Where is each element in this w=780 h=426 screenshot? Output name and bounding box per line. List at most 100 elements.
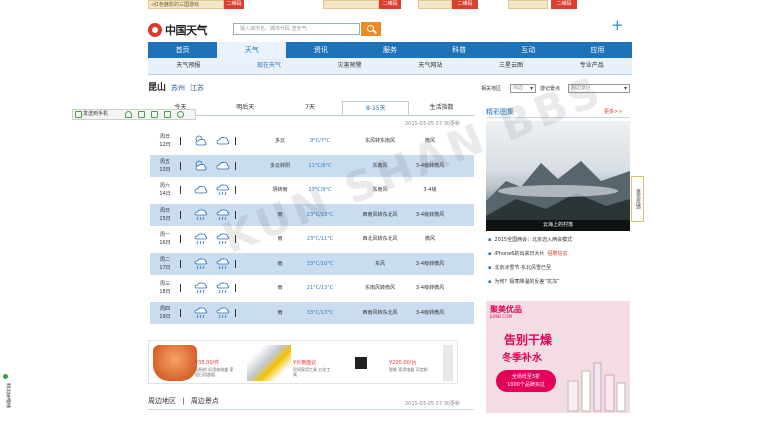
news-text[interactable]: 2015全国两会：北京迈入两会模式 [494,237,572,243]
forecast-day: 周二 17日 [159,256,171,271]
nav-item-news[interactable]: 资讯 [286,42,355,58]
tab-tomorrow[interactable]: 明后天 [213,101,278,115]
subnav-item-warnings[interactable]: 灾害预警 [309,58,390,74]
weather-night-icon [216,134,230,147]
tab-life-index[interactable]: 生活指数 [409,101,474,115]
top-ad-banner-4[interactable] [508,0,548,9]
nearby-updated: 2015-03-05 07:30更新 [405,401,461,407]
tab-8-15days[interactable]: 8-15天 [342,101,410,115]
nearby-divider [148,409,474,410]
weather-day-icon [194,232,208,245]
weather-day-icon [194,208,208,221]
nav-item-science[interactable]: 科普 [425,42,494,58]
top-ad-banner-2[interactable] [323,0,379,9]
news-item[interactable]: ▪ 2015全国两会：北京迈入两会模式 [488,236,572,243]
tab-7days[interactable]: 7天 [278,101,343,115]
top-ad-banner[interactable]: «红色魅影的三国游戏 [148,0,224,9]
nav-item-apps[interactable]: 应用 [563,42,632,58]
search-button[interactable] [361,22,381,36]
wind-level: 3-4级转微风 [415,285,445,291]
forecast-day: 周一 16日 [159,232,171,246]
forecast-day: 周五 13日 [159,158,171,173]
ad-device-image[interactable] [341,345,385,381]
nearby-areas-tab[interactable]: 周边地区 [148,397,176,405]
jumei-headline: 告别干燥 [504,333,553,347]
left-share-bar[interactable]: 请分享通道 [0,383,12,426]
city-name: 昆山 [148,83,167,93]
breadcrumb-province[interactable]: 江苏 [190,84,204,92]
settings-icon[interactable] [177,111,184,118]
forecast-day: 周三 18日 [159,281,171,295]
share-status-icon [3,374,8,379]
row-separator [180,235,181,243]
send-to-phone-label[interactable]: 发送到手机 [83,111,108,117]
subnav-item-sites[interactable]: 天气网站 [390,58,471,74]
search-input[interactable]: 输入城市名、城市代码 查天气 [233,23,360,35]
news-text[interactable]: 北京冰雪节·东北风雪已至 [494,265,551,271]
nav-item-services[interactable]: 服务 [355,42,424,58]
top-ad-tag-2[interactable]: 二维码 [379,0,401,9]
top-ad-tag-4[interactable]: 二维码 [551,0,577,9]
subnav-item-current[interactable]: 现在天气 [229,58,310,74]
nav-item-weather[interactable]: 天气 [217,42,287,58]
breadcrumb-city[interactable]: 苏州 [171,84,185,92]
temperature: 21°C/13°C [306,285,334,291]
weather-night-icon [216,183,230,196]
top-ad-banner-3[interactable] [418,0,452,9]
save-icon[interactable] [151,111,158,118]
row-separator [180,308,181,317]
subnav-item-forecast[interactable]: 天气预报 [148,58,229,74]
cloud-icon[interactable] [125,111,132,118]
ad-price-2[interactable]: ¥价格面议 [293,359,316,366]
jumei-ad[interactable]: 聚美优品 JUMEI.COM 告别干燥 冬季补水 全场低至3折 1000个品牌买… [486,301,630,413]
nav-item-home[interactable]: 首页 [148,42,217,58]
feedback-button[interactable]: 意见反馈 [631,176,644,222]
news-item[interactable]: ▪ 为何？极寒降温的反差“抗冻” [488,278,560,285]
ad-scrollbar[interactable] [443,345,453,381]
nav-item-interact[interactable]: 互动 [494,42,563,58]
weather-day-icon [194,257,208,270]
product-ads: ¥38.00/件 妈妈的 好用收纳盒 家居日用超值 ¥价格面议 民间家用工具 五… [148,340,458,384]
row-separator [235,284,236,292]
phone-icon[interactable] [75,111,82,118]
related-area-label: 相关地区 [481,86,502,92]
main-nav: 首页 天气 资讯 服务 科普 互动 应用 [148,42,632,58]
weather-day-icon [194,134,208,147]
share-icon[interactable] [138,111,145,118]
weather-day-icon [194,183,208,196]
subnav-item-satellite[interactable]: 三星云图 [471,58,552,74]
forecast-day: 周日 12日 [159,134,171,148]
edit-icon[interactable] [164,111,171,118]
news-item[interactable]: ▪ iPhone6的出来日大片 招聘信息 [488,250,567,257]
forecast-day: 周日 15日 [159,207,171,222]
logo-text: 中国天气 [165,24,208,37]
forecast-day: 周六 14日 [159,183,171,197]
location-title: 昆山 苏州 江苏 [148,80,204,93]
nearby-spots-tab[interactable]: 周边景点 [191,397,219,405]
forecast-row: 周四 19日雨 33°C/13°C 西南风转东北风 3-4级转微风 [150,301,474,324]
row-separator [180,161,181,170]
row-separator [180,210,181,219]
ad-tool-image[interactable] [247,345,291,381]
ad-text-3[interactable]: 智能 家用电器 可定制 [389,367,429,372]
wind-level: 3-4级转微风 [415,309,445,316]
top-ad-tag[interactable]: 二维码 [224,0,244,9]
ad-price-1[interactable]: ¥38.00/件 [195,359,219,366]
forecast-tabs: 今天 明后天 7天 8-15天 生活指数 [148,101,474,116]
weather-night-icon [216,257,230,270]
add-icon[interactable]: + [611,16,624,34]
weather-day-icon [194,159,208,172]
ad-text-1[interactable]: 妈妈的 好用收纳盒 家居日用超值 [195,367,235,377]
ad-price-3[interactable]: ¥200.00/台 [389,359,416,366]
news-item[interactable]: ▪ 北京冰雪节·东北风雪已至 [488,264,551,271]
cosmetics-bottles-image [567,362,626,412]
news-text[interactable]: 为何？极寒降温的反差“抗冻” [494,279,559,285]
news-text[interactable]: iPhone6的出来日大片 [494,251,544,257]
news-hot-tag[interactable]: 招聘信息 [547,251,567,257]
ad-bucket-image[interactable] [153,345,197,381]
row-separator [235,161,236,170]
top-ad-tag-3[interactable]: 二维码 [452,0,478,9]
site-logo[interactable]: 中国天气 [148,20,208,40]
ad-text-2[interactable]: 民间家用工具 五金工具 [293,367,333,377]
row-separator [180,259,181,268]
